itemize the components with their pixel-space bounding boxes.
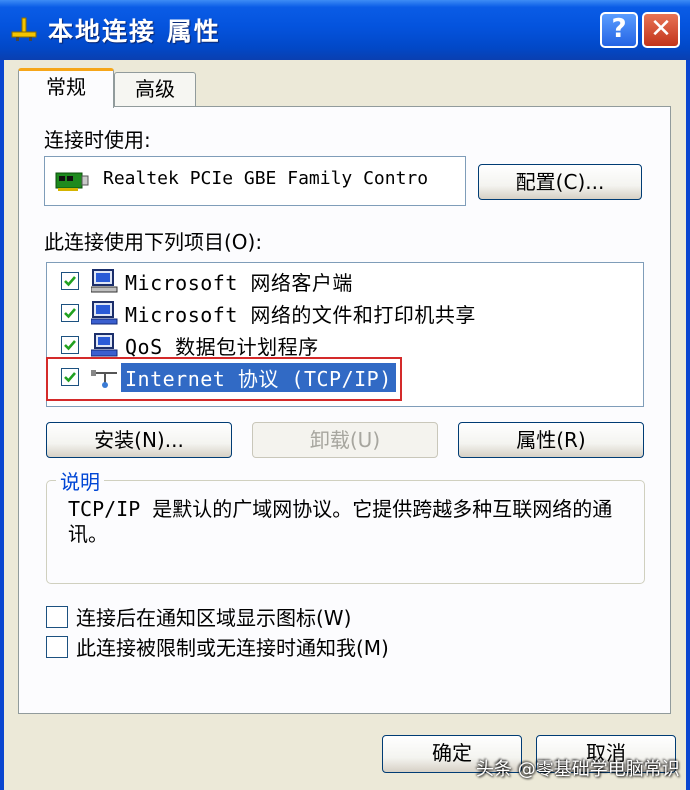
network-adapter-icon [55,170,89,196]
item-checkbox[interactable] [61,336,79,354]
tab-advanced[interactable]: 高级 [114,72,196,108]
notify-checkbox[interactable] [46,636,68,658]
file-printer-sharing-icon [90,301,119,329]
client-icon [90,269,119,297]
watermark: 头条 @零基础学电脑常识 [476,759,680,780]
properties-button[interactable]: 属性(R) [458,422,644,458]
show-icon-label: 连接后在通知区域显示图标(W) [76,606,352,630]
show-icon-option[interactable]: 连接后在通知区域显示图标(W) [46,602,446,630]
notify-option[interactable]: 此连接被限制或无连接时通知我(M) [46,632,466,660]
help-button[interactable]: ? [600,12,638,48]
connect-using-label: 连接时使用: [44,128,151,152]
network-connection-icon [10,16,38,42]
list-item[interactable]: Microsoft 网络的文件和打印机共享 [47,297,643,329]
show-icon-checkbox[interactable] [46,606,68,628]
item-checkbox[interactable] [61,304,79,322]
description-title: 说明 [56,466,104,495]
item-label: QoS 数据包计划程序 [125,335,319,359]
item-checkbox[interactable] [61,272,79,290]
configure-button[interactable]: 配置(C)... [478,164,642,200]
close-button[interactable]: ✕ [642,12,680,48]
window-title: 本地连接 属性 [48,17,221,46]
item-label: Microsoft 网络的文件和打印机共享 [125,303,476,327]
adapter-name: Realtek PCIe GBE Family Contro [103,168,429,189]
install-button[interactable]: 安装(N)... [46,422,232,458]
items-label: 此连接使用下列项目(O): [44,230,263,254]
title-bar: 本地连接 属性 ? ✕ [0,0,690,60]
uninstall-button[interactable]: 卸载(U) [252,422,438,458]
notify-label: 此连接被限制或无连接时通知我(M) [76,636,389,660]
highlight-box [46,357,402,401]
tab-general[interactable]: 常规 [18,68,114,108]
adapter-field: Realtek PCIe GBE Family Contro [44,156,466,206]
list-item[interactable]: Microsoft 网络客户端 [47,265,643,297]
item-label: Microsoft 网络客户端 [125,271,353,295]
description-text: TCP/IP 是默认的广域网协议。它提供跨越多种互联网络的通讯。 [68,497,613,546]
